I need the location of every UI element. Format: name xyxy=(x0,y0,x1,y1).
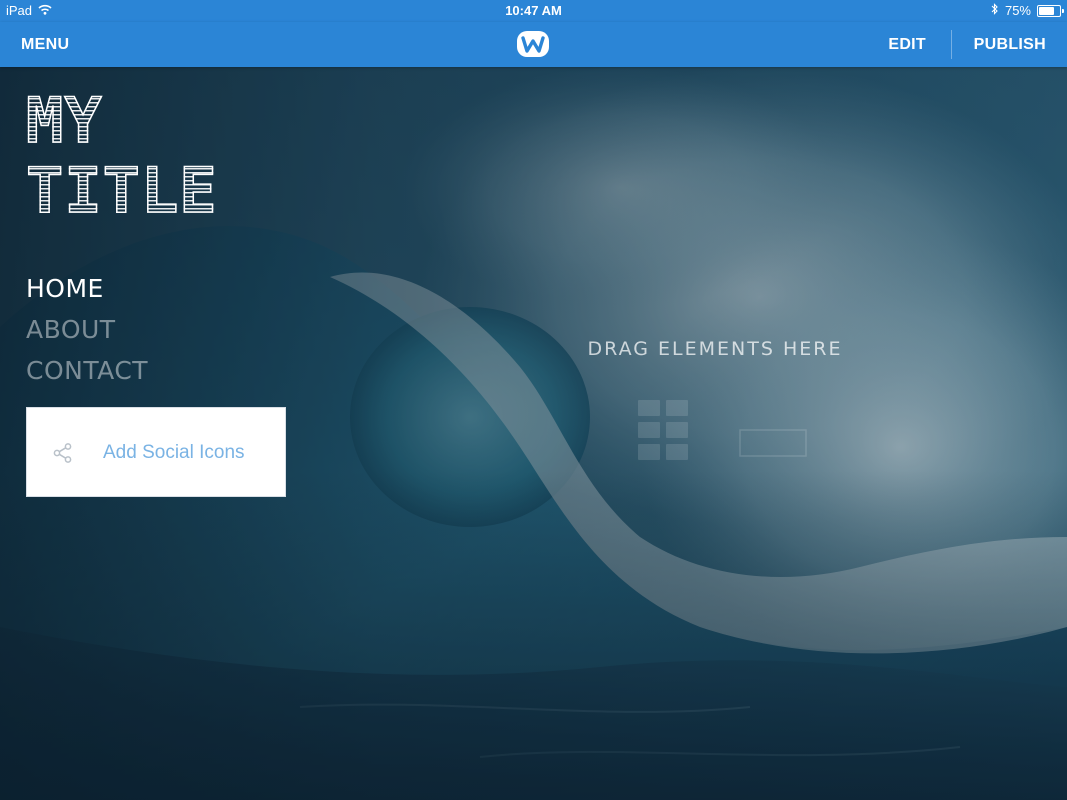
nav-item-home[interactable]: HOME xyxy=(26,268,148,309)
site-navigation: HOME ABOUT CONTACT xyxy=(26,268,148,391)
nav-item-contact[interactable]: CONTACT xyxy=(26,350,148,391)
app-toolbar: MENU EDIT PUBLISH xyxy=(0,22,1067,67)
site-title-line-2: TITLE xyxy=(25,159,226,223)
nav-item-about[interactable]: ABOUT xyxy=(26,309,148,350)
drop-zone-placeholder-icon xyxy=(630,400,810,470)
status-time: 10:47 AM xyxy=(505,3,562,18)
battery-icon xyxy=(1037,4,1064,17)
battery-percent: 75% xyxy=(1004,3,1031,18)
site-title[interactable]: MY TITLE xyxy=(25,89,226,223)
share-icon xyxy=(52,442,74,464)
status-bar: iPad 10:47 AM 75% xyxy=(0,0,1067,22)
add-social-icons-label: Add Social Icons xyxy=(103,442,245,463)
bluetooth-icon xyxy=(991,3,999,18)
publish-button[interactable]: PUBLISH xyxy=(974,36,1046,54)
edit-button[interactable]: EDIT xyxy=(888,36,926,54)
add-social-icons-button[interactable]: Add Social Icons xyxy=(26,407,286,497)
menu-button[interactable]: MENU xyxy=(21,36,69,54)
drag-elements-drop-zone[interactable]: DRAG ELEMENTS HERE xyxy=(560,338,870,360)
app-screen: iPad 10:47 AM 75% MENU EDIT PUBLISH MY T… xyxy=(0,0,1067,800)
battery-level-fill xyxy=(1039,6,1054,15)
site-title-line-1: MY xyxy=(25,89,226,153)
weebly-logo-icon xyxy=(516,30,550,58)
toolbar-divider xyxy=(951,30,952,59)
